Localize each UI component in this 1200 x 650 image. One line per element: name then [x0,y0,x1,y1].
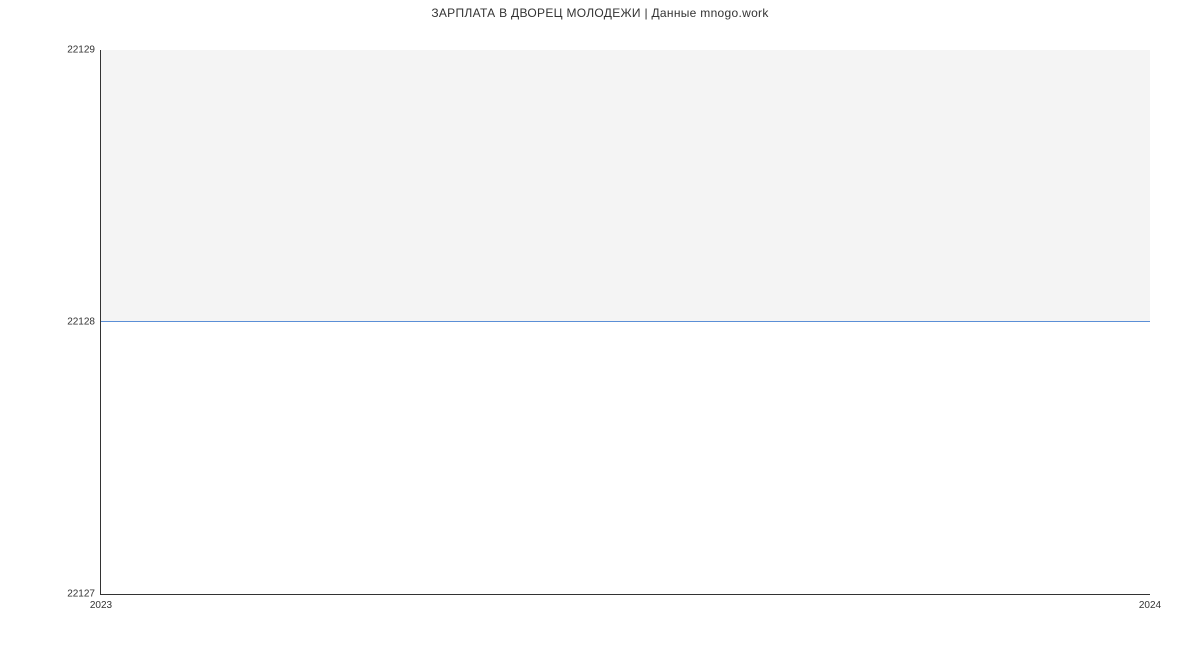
y-tick-label: 22129 [67,45,95,56]
plot-area: 22129 22128 22127 2023 2024 [100,50,1150,595]
plot-background-upper [101,50,1150,322]
y-tick-label: 22128 [67,317,95,328]
chart-container: ЗАРПЛАТА В ДВОРЕЦ МОЛОДЕЖИ | Данные mnog… [0,0,1200,650]
x-tick-label: 2023 [90,600,112,611]
y-tick-label: 22127 [67,589,95,600]
data-line [101,321,1150,322]
plot-background-lower [101,322,1150,594]
chart-title: ЗАРПЛАТА В ДВОРЕЦ МОЛОДЕЖИ | Данные mnog… [0,6,1200,20]
x-tick-label: 2024 [1139,600,1161,611]
